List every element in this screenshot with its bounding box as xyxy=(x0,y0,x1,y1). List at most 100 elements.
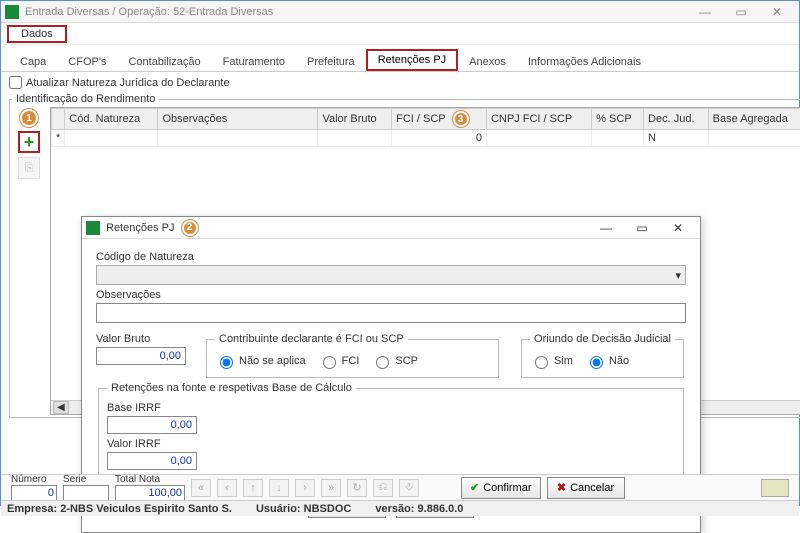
cell-observacoes[interactable] xyxy=(158,130,318,147)
tab-contabilizacao[interactable]: Contabilização xyxy=(117,52,211,71)
input-total-nota[interactable] xyxy=(115,485,185,501)
tab-capa[interactable]: Capa xyxy=(9,52,57,71)
tab-faturamento[interactable]: Faturamento xyxy=(212,52,296,71)
nav-up[interactable]: ↑ xyxy=(243,479,263,497)
nav-extra1[interactable]: ⎌ xyxy=(373,479,393,497)
modal-close-button[interactable]: ✕ xyxy=(660,221,696,235)
status-usuario-value: NBSDOC xyxy=(304,503,352,515)
tab-cfops[interactable]: CFOP's xyxy=(57,52,117,71)
tab-anexos[interactable]: Anexos xyxy=(458,52,517,71)
status-versao-value: 9.886.0.0 xyxy=(418,503,464,515)
cell-valor-bruto[interactable] xyxy=(318,130,392,147)
cell-cod-natureza[interactable] xyxy=(65,130,158,147)
dropdown-codigo-natureza[interactable]: ▾ xyxy=(96,265,686,285)
group-retencoes-legend: Retenções na fonte e respetivas Base de … xyxy=(107,382,356,394)
tab-prefeitura[interactable]: Prefeitura xyxy=(296,52,366,71)
modal-title: Retenções PJ 2 xyxy=(106,220,588,236)
maximize-button[interactable]: ▭ xyxy=(723,5,759,19)
main-tabs: Capa CFOP's Contabilização Faturamento P… xyxy=(1,45,799,72)
group-contribuinte-legend: Contribuinte declarante é FCI ou SCP xyxy=(215,333,408,345)
btn-cancelar[interactable]: ✖Cancelar xyxy=(547,477,625,499)
nav-extra2[interactable]: ⎀ xyxy=(399,479,419,497)
group-contribuinte-fci-scp: Contribuinte declarante é FCI ou SCP Não… xyxy=(206,333,499,378)
radio-fci[interactable]: FCI xyxy=(318,353,360,369)
input-numero[interactable] xyxy=(11,485,57,501)
status-empresa-value: 2-NBS Veiculos Espirito Santo S. xyxy=(60,503,232,515)
statusbar: Empresa: 2-NBS Veiculos Espirito Santo S… xyxy=(1,500,799,516)
radio-nao-se-aplica[interactable]: Não se aplica xyxy=(215,353,306,369)
status-usuario-label: Usuário: xyxy=(256,503,301,515)
callout-2: 2 xyxy=(182,220,198,236)
lbl-total-nota: Total Nota xyxy=(115,474,160,485)
nav-first[interactable]: « xyxy=(191,479,211,497)
plus-icon: + xyxy=(24,133,35,151)
col-base-agregada[interactable]: Base Agregada xyxy=(708,109,800,130)
bottom-toolbar: Número Serie Total Nota « ‹ ↑ ↓ › » ↻ ⎌ … xyxy=(1,474,799,500)
add-row-button[interactable]: + xyxy=(18,131,40,153)
col-fci-scp-label: FCI / SCP xyxy=(396,113,445,125)
status-versao-label: versão: xyxy=(375,503,414,515)
chk-atualizar-label: Atualizar Natureza Jurídica do Declarant… xyxy=(26,77,230,89)
col-observacoes[interactable]: Observações xyxy=(158,109,318,130)
col-fci-scp[interactable]: FCI / SCP 3 xyxy=(392,109,487,130)
window-titlebar: Entrada Diversas / Operação: 52-Entrada … xyxy=(1,1,799,23)
lbl-valor-irrf: Valor IRRF xyxy=(107,438,675,450)
modal-app-icon xyxy=(86,221,100,235)
radio-nao[interactable]: Não xyxy=(585,353,629,369)
nav-last[interactable]: » xyxy=(321,479,341,497)
group-identificacao-legend: Identificação do Rendimento xyxy=(12,93,159,105)
grid-row-indicator-header xyxy=(52,109,65,130)
input-base-irrf[interactable] xyxy=(107,416,197,434)
close-button[interactable]: ✕ xyxy=(759,5,795,19)
nav-refresh[interactable]: ↻ xyxy=(347,479,367,497)
menu-dados[interactable]: Dados xyxy=(7,25,67,43)
col-dec-jud[interactable]: Dec. Jud. xyxy=(644,109,709,130)
cell-fci-scp[interactable]: 0 xyxy=(392,130,487,147)
btn-confirmar[interactable]: ✔Confirmar xyxy=(461,477,541,499)
group-retencoes-fonte: Retenções na fonte e respetivas Base de … xyxy=(98,382,684,479)
window-title: Entrada Diversas / Operação: 52-Entrada … xyxy=(25,6,687,18)
lbl-base-irrf: Base IRRF xyxy=(107,402,675,414)
menubar: Dados xyxy=(1,23,799,45)
chevron-down-icon: ▾ xyxy=(675,269,681,282)
tab-informacoes-adicionais[interactable]: Informações Adicionais xyxy=(517,52,652,71)
table-row[interactable]: * 0 N xyxy=(52,130,800,147)
exit-tool-icon[interactable] xyxy=(761,479,789,497)
col-valor-bruto[interactable]: Valor Bruto xyxy=(318,109,392,130)
cell-dec-jud[interactable]: N xyxy=(644,130,709,147)
lbl-codigo-natureza: Código de Natureza xyxy=(96,251,686,263)
group-oriundo-decisao: Oriundo de Decisão Judicial Sim Não xyxy=(521,333,684,378)
delete-row-button[interactable]: ⎘ xyxy=(18,157,40,179)
minimize-button[interactable]: — xyxy=(687,5,723,19)
tab-retencoes-pj[interactable]: Retenções PJ xyxy=(366,49,458,71)
lbl-observacoes: Observações xyxy=(96,289,686,301)
nav-down[interactable]: ↓ xyxy=(269,479,289,497)
app-icon xyxy=(5,5,19,19)
input-valor-bruto[interactable] xyxy=(96,347,186,365)
lbl-numero: Número xyxy=(11,474,47,485)
cell-cnpj[interactable] xyxy=(486,130,591,147)
cell-pct-scp[interactable] xyxy=(592,130,644,147)
nav-next[interactable]: › xyxy=(295,479,315,497)
radio-sim[interactable]: Sim xyxy=(530,353,573,369)
check-icon: ✔ xyxy=(470,481,479,494)
callout-1: 1 xyxy=(20,109,38,127)
group-oriundo-legend: Oriundo de Decisão Judicial xyxy=(530,333,675,345)
nav-prev[interactable]: ‹ xyxy=(217,479,237,497)
modal-maximize-button[interactable]: ▭ xyxy=(624,221,660,235)
x-icon: ✖ xyxy=(557,481,566,494)
lbl-valor-bruto: Valor Bruto xyxy=(96,333,186,345)
callout-3: 3 xyxy=(453,111,469,127)
input-observacoes[interactable] xyxy=(96,303,686,323)
col-cnpj-fci-scp[interactable]: CNPJ FCI / SCP xyxy=(486,109,591,130)
input-serie[interactable] xyxy=(63,485,109,501)
col-cod-natureza[interactable]: Cód. Natureza xyxy=(65,109,158,130)
col-pct-scp[interactable]: % SCP xyxy=(592,109,644,130)
cell-base-agregada[interactable] xyxy=(708,130,800,147)
input-valor-irrf[interactable] xyxy=(107,452,197,470)
chk-atualizar-natureza[interactable] xyxy=(9,76,22,89)
row-indicator: * xyxy=(52,130,65,147)
status-empresa-label: Empresa: xyxy=(7,503,57,515)
radio-scp[interactable]: SCP xyxy=(371,353,418,369)
modal-minimize-button[interactable]: — xyxy=(588,221,624,235)
